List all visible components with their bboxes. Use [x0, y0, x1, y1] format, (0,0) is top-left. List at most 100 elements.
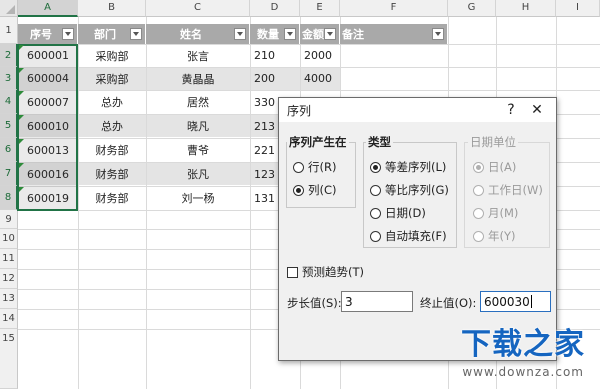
row-header-2[interactable]: 2 — [0, 44, 18, 67]
date-unit-label: 日期单位 — [468, 134, 518, 150]
series-in-label: 序列产生在 — [287, 134, 349, 150]
table-cell[interactable]: 2000 — [300, 44, 340, 67]
radio-button[interactable] — [370, 161, 381, 173]
column-header-a[interactable]: A — [18, 0, 78, 17]
row-header-11[interactable]: 11 — [0, 249, 18, 269]
error-indicator-icon — [19, 45, 24, 50]
header-cell-dept: 部门 — [78, 24, 146, 44]
dialog-title: 序列 — [287, 103, 312, 118]
radio-button — [473, 207, 484, 219]
filter-dropdown-icon[interactable] — [432, 28, 444, 40]
radio-button[interactable] — [293, 161, 304, 173]
row-header-12[interactable]: 12 — [0, 269, 18, 289]
table-cell[interactable]: 财务部 — [78, 162, 146, 186]
header-cell-note: 备注 — [340, 24, 448, 44]
watermark-logo: 下载之家 — [461, 327, 585, 362]
row-header-13[interactable]: 13 — [0, 289, 18, 309]
filter-dropdown-icon[interactable] — [324, 28, 336, 40]
table-cell[interactable]: 4000 — [300, 67, 340, 90]
row-header-8[interactable]: 8 — [0, 186, 18, 210]
table-cell[interactable]: 张凡 — [146, 162, 250, 186]
watermark: 下载之家 www.downza.com — [404, 319, 600, 389]
radio-month: 月(M) — [473, 205, 518, 221]
table-cell[interactable]: 123 — [250, 162, 280, 186]
table-cell[interactable]: 330 — [250, 90, 280, 114]
step-value-input[interactable]: 3 — [341, 291, 413, 312]
row-header-7[interactable]: 7 — [0, 162, 18, 186]
header-cell-id: 序号 — [18, 24, 78, 44]
table-cell[interactable]: 131 — [250, 186, 280, 210]
column-header-b[interactable]: B — [78, 0, 146, 17]
filter-dropdown-icon[interactable] — [130, 28, 142, 40]
watermark-url: www.downza.com — [462, 365, 584, 379]
table-cell[interactable]: 210 — [250, 44, 300, 67]
filter-dropdown-icon[interactable] — [62, 28, 74, 40]
trend-checkbox[interactable]: 预测趋势(T) — [287, 264, 364, 280]
radio-autofill[interactable]: 自动填充(F) — [370, 228, 447, 244]
filter-dropdown-icon[interactable] — [234, 28, 246, 40]
column-header-c[interactable]: C — [146, 0, 250, 17]
radio-button — [473, 230, 484, 242]
stop-value-input[interactable]: 600030 — [480, 291, 551, 312]
column-header-i[interactable]: I — [556, 0, 600, 17]
table-cell[interactable]: 居然 — [146, 90, 250, 114]
radio-button — [473, 184, 484, 196]
row-header-6[interactable]: 6 — [0, 138, 18, 162]
radio-button[interactable] — [370, 230, 381, 242]
table-cell[interactable]: 总办 — [78, 90, 146, 114]
radio-button — [473, 161, 484, 173]
column-header-g[interactable]: G — [448, 0, 496, 17]
dialog-titlebar[interactable]: 序列 ? ✕ — [279, 98, 556, 122]
radio-button[interactable] — [370, 207, 381, 219]
error-indicator-icon — [19, 187, 24, 192]
table-cell[interactable]: 采购部 — [78, 44, 146, 67]
column-header-f[interactable]: F — [340, 0, 448, 17]
column-header-e[interactable]: E — [300, 0, 340, 17]
table-cell[interactable]: 财务部 — [78, 186, 146, 210]
table-cell[interactable]: 刘一杨 — [146, 186, 250, 210]
radio-year: 年(Y) — [473, 228, 516, 244]
column-header-d[interactable]: D — [250, 0, 300, 17]
column-header-h[interactable]: H — [496, 0, 556, 17]
table-cell[interactable]: 213 — [250, 114, 280, 138]
error-indicator-icon — [19, 68, 24, 73]
radio-row[interactable]: 行(R) — [293, 159, 336, 175]
table-cell[interactable]: 张言 — [146, 44, 250, 67]
table-cell[interactable]: 总办 — [78, 114, 146, 138]
row-header-14[interactable]: 14 — [0, 309, 18, 329]
table-cell[interactable]: 曹爷 — [146, 138, 250, 162]
step-value-label: 步长值(S): — [287, 296, 342, 310]
row-header-3[interactable]: 3 — [0, 67, 18, 90]
close-button[interactable]: ✕ — [524, 98, 550, 122]
row-header-4[interactable]: 4 — [0, 90, 18, 114]
table-cell[interactable]: 晓凡 — [146, 114, 250, 138]
row-header-5[interactable]: 5 — [0, 114, 18, 138]
error-indicator-icon — [19, 115, 24, 120]
help-button[interactable]: ? — [498, 98, 524, 122]
radio-column[interactable]: 列(C) — [293, 182, 337, 198]
row-header-1[interactable]: 1 — [0, 17, 18, 44]
type-label: 类型 — [366, 134, 393, 150]
radio-linear[interactable]: 等差序列(L) — [370, 159, 446, 175]
radio-growth[interactable]: 等比序列(G) — [370, 182, 449, 198]
select-all-corner[interactable] — [0, 0, 18, 17]
filter-dropdown-icon[interactable] — [284, 28, 296, 40]
radio-button[interactable] — [293, 184, 304, 196]
row-header-10[interactable]: 10 — [0, 229, 18, 249]
row-header-15[interactable]: 15 — [0, 329, 18, 389]
checkbox[interactable] — [287, 266, 298, 278]
table-cell[interactable]: 200 — [250, 67, 300, 90]
table-cell[interactable]: 黄晶晶 — [146, 67, 250, 90]
table-cell[interactable]: 221 — [250, 138, 280, 162]
row-header-9[interactable]: 9 — [0, 210, 18, 229]
selected-range — [17, 44, 78, 211]
error-indicator-icon — [19, 139, 24, 144]
header-cell-amount: 金额 — [300, 24, 340, 44]
radio-weekday: 工作日(W) — [473, 182, 543, 198]
table-cell[interactable]: 财务部 — [78, 138, 146, 162]
table-cell[interactable]: 采购部 — [78, 67, 146, 90]
radio-date[interactable]: 日期(D) — [370, 205, 426, 221]
stop-value-label: 终止值(O): — [420, 296, 477, 310]
radio-button[interactable] — [370, 184, 381, 196]
header-cell-qty: 数量 — [250, 24, 300, 44]
